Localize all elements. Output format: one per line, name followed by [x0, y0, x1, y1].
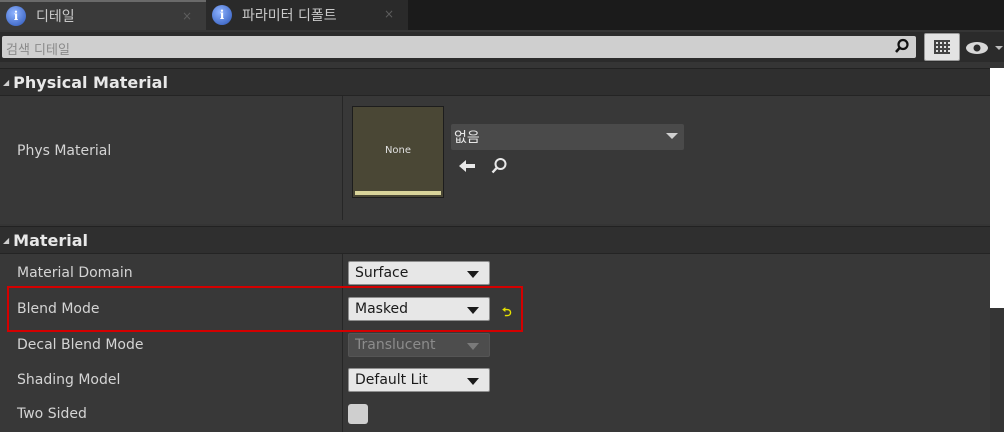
dropdown-value: Translucent — [355, 337, 436, 353]
search-input[interactable]: 검색 디테일 — [2, 36, 916, 58]
thumbnail-bar — [355, 191, 441, 195]
material-domain-label: Material Domain — [17, 265, 133, 281]
section-title: Physical Material — [13, 72, 168, 92]
tab-details[interactable]: i 디테일 × — [0, 0, 206, 30]
chevron-down-icon — [467, 271, 479, 278]
column-divider — [342, 254, 343, 432]
eye-icon[interactable] — [964, 38, 1004, 58]
material-domain-dropdown[interactable]: Surface — [348, 261, 490, 285]
highlight-box — [7, 286, 523, 332]
section-physical-material[interactable]: ◢ Physical Material — [0, 68, 990, 96]
side-panel — [990, 68, 1004, 308]
search-icon[interactable] — [894, 38, 910, 54]
shading-model-label: Shading Model — [17, 372, 121, 388]
collapse-triangle-icon: ◢ — [3, 235, 10, 245]
two-sided-label: Two Sided — [17, 406, 87, 422]
chevron-down-icon — [467, 343, 479, 350]
collapse-triangle-icon: ◢ — [3, 77, 10, 87]
grid-icon — [934, 40, 950, 54]
tab-label: 파라미터 디폴트 — [242, 8, 337, 24]
chevron-down-icon — [666, 133, 678, 139]
asset-value: 없음 — [454, 130, 480, 146]
column-divider — [342, 96, 343, 220]
dropdown-value: Surface — [355, 265, 409, 281]
phys-material-label: Phys Material — [17, 143, 112, 159]
arrow-left-icon[interactable] — [458, 157, 476, 175]
view-options-button[interactable] — [924, 33, 960, 61]
decal-blend-mode-dropdown: Translucent — [348, 333, 490, 357]
info-icon: i — [6, 6, 26, 26]
browse-search-icon[interactable] — [490, 157, 508, 175]
section-material[interactable]: ◢ Material — [0, 226, 990, 254]
material-rows — [0, 254, 990, 432]
search-placeholder: 검색 디테일 — [6, 43, 70, 58]
close-icon[interactable]: × — [182, 9, 192, 23]
asset-picker-dropdown[interactable]: 없음 — [451, 124, 684, 150]
tab-parameter-defaults[interactable]: i 파라미터 디폴트 × — [206, 0, 408, 30]
shading-model-dropdown[interactable]: Default Lit — [348, 368, 490, 392]
asset-thumbnail[interactable]: None — [352, 106, 444, 198]
close-icon[interactable]: × — [384, 7, 394, 21]
chevron-down-icon — [467, 378, 479, 385]
decal-blend-mode-label: Decal Blend Mode — [17, 337, 144, 353]
thumbnail-text: None — [384, 145, 412, 156]
dropdown-value: Default Lit — [355, 372, 428, 388]
info-icon: i — [212, 5, 232, 25]
two-sided-checkbox[interactable] — [348, 404, 368, 424]
tab-bar: i 디테일 × i 파라미터 디폴트 × — [0, 0, 1004, 30]
tab-label: 디테일 — [36, 9, 75, 25]
section-title: Material — [13, 230, 89, 250]
